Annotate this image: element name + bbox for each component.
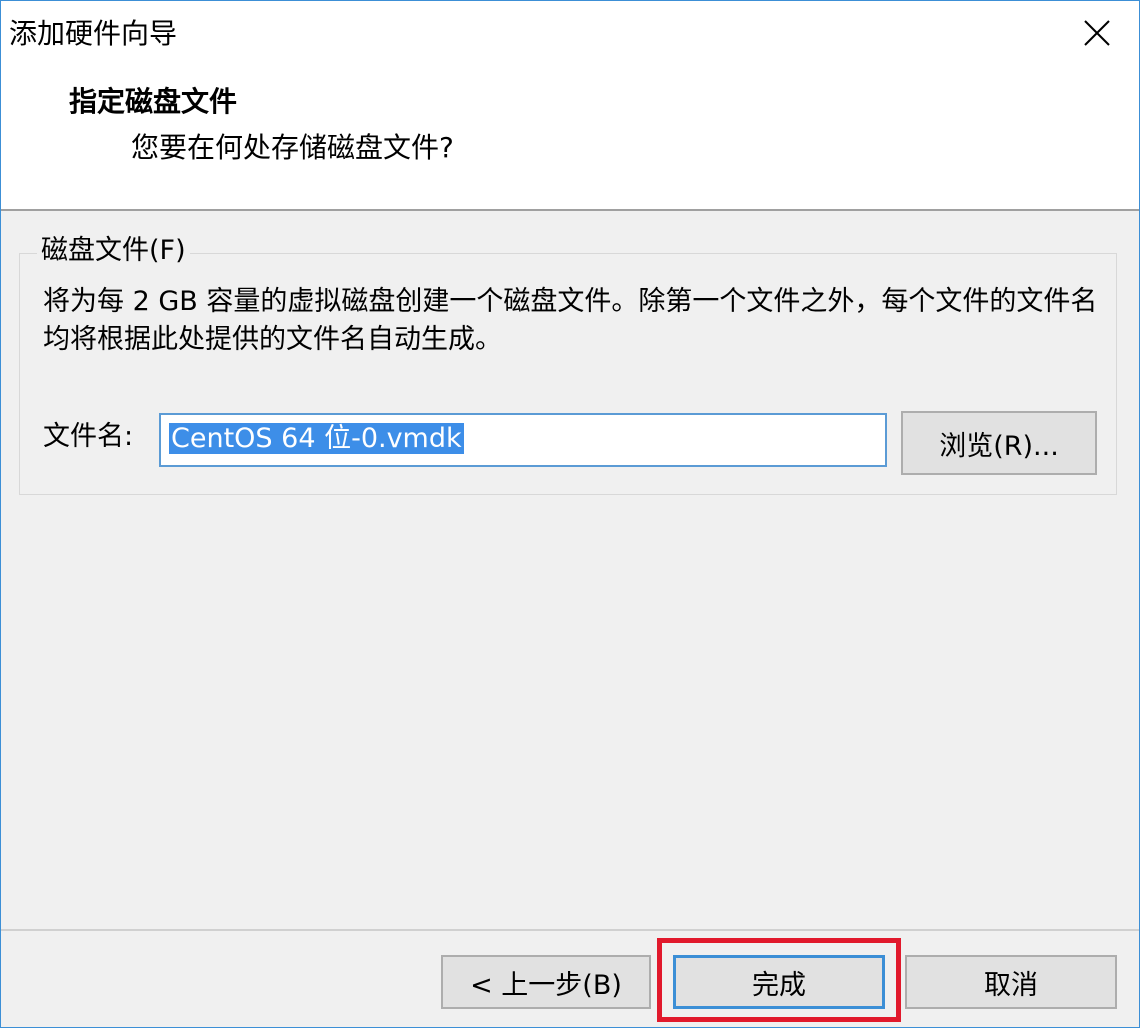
footer-divider xyxy=(1,929,1139,931)
page-title: 指定磁盘文件 xyxy=(69,85,238,118)
filename-value: CentOS 64 位-0.vmdk xyxy=(169,423,464,454)
page-subtitle: 您要在何处存储磁盘文件? xyxy=(131,131,454,164)
close-button[interactable] xyxy=(1075,11,1119,55)
wizard-window: 添加硬件向导 指定磁盘文件 您要在何处存储磁盘文件? 磁盘文件(F) 将为每 2… xyxy=(0,0,1140,1028)
browse-button[interactable]: 浏览(R)... xyxy=(901,411,1097,475)
close-icon xyxy=(1084,20,1110,46)
back-button[interactable]: < 上一步(B) xyxy=(441,955,651,1009)
window-title: 添加硬件向导 xyxy=(9,17,178,50)
title-bar: 添加硬件向导 xyxy=(1,1,1139,67)
filename-label: 文件名: xyxy=(43,421,134,452)
finish-button[interactable]: 完成 xyxy=(673,955,885,1009)
groupbox-description: 将为每 2 GB 容量的虚拟磁盘创建一个磁盘文件。除第一个文件之外，每个文件的文… xyxy=(43,286,1098,355)
groupbox-legend: 磁盘文件(F) xyxy=(37,231,190,271)
filename-input[interactable]: CentOS 64 位-0.vmdk xyxy=(159,413,887,467)
wizard-header: 指定磁盘文件 您要在何处存储磁盘文件? xyxy=(1,67,1139,211)
cancel-button[interactable]: 取消 xyxy=(905,955,1117,1009)
